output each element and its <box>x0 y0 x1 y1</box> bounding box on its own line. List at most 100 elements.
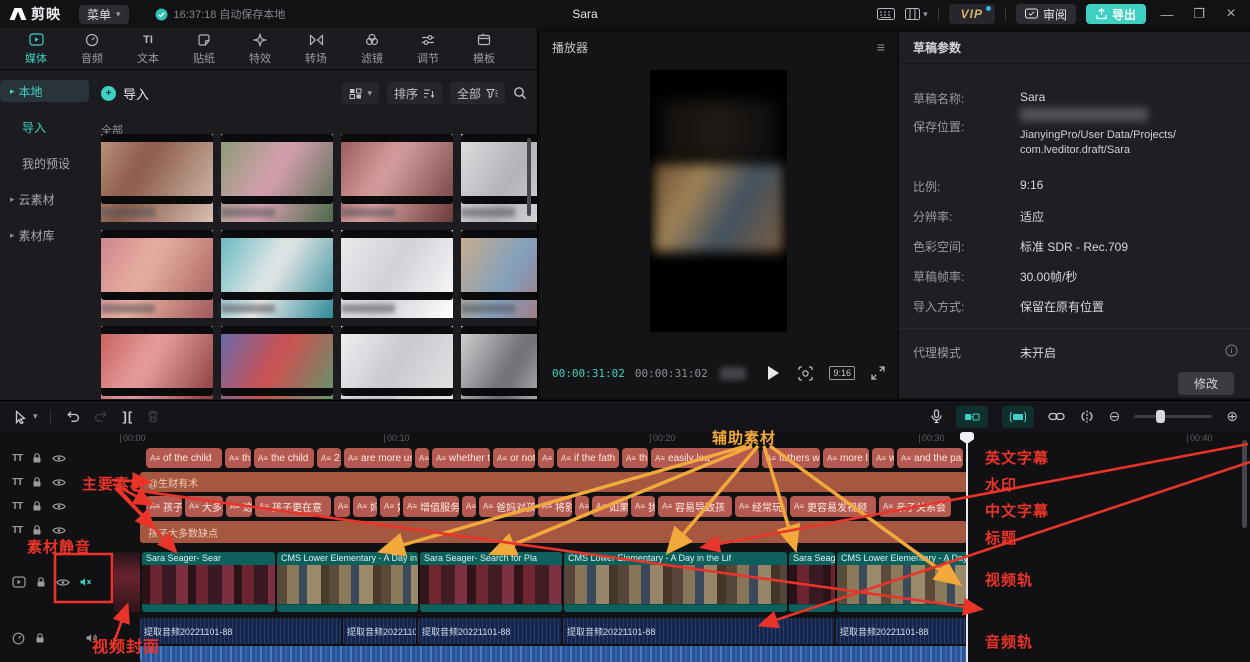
auto-snap-toggle[interactable] <box>1002 406 1034 428</box>
undo-icon[interactable] <box>65 410 80 423</box>
subtitle-clip-en[interactable]: A≡ th <box>225 448 251 468</box>
timeline-scrollbar[interactable] <box>1242 440 1247 528</box>
audio-clip[interactable]: 提取音频20221101-88 <box>343 618 416 644</box>
import-button[interactable]: + 导入 <box>101 84 149 103</box>
sort-button[interactable]: 排序 <box>387 82 442 104</box>
preview-axis-icon[interactable] <box>1079 410 1095 423</box>
sidebar-item-presets[interactable]: 我的预设 <box>0 152 89 174</box>
tab-effects[interactable]: 特效 <box>232 32 288 66</box>
subtitle-clip-cn[interactable]: A≡ 大多 <box>185 496 223 517</box>
sidebar-item-library[interactable]: ▸素材库 <box>0 224 89 246</box>
tab-text[interactable]: TI文本 <box>120 32 176 66</box>
subtitle-clip-cn[interactable]: A≡ 这 <box>226 496 252 517</box>
audio-clip[interactable]: 提取音频20221101-88 <box>836 618 966 644</box>
subtitle-clip-cn[interactable]: A≡ 妈 <box>353 496 377 517</box>
subtitle-clip-en[interactable]: A≡ fathers w <box>762 448 820 468</box>
lock-icon[interactable] <box>35 576 47 588</box>
tab-filters[interactable]: 滤镜 <box>344 32 400 66</box>
tab-sticker[interactable]: 贴纸 <box>176 32 232 66</box>
sidebar-item-import[interactable]: 导入 <box>0 116 89 138</box>
video-cover-thumbnail[interactable] <box>114 552 140 612</box>
play-button[interactable] <box>768 366 779 380</box>
playhead-line[interactable] <box>966 434 968 662</box>
delete-icon[interactable] <box>147 410 159 423</box>
subtitle-clip-cn[interactable]: A≡ <box>575 496 589 517</box>
eye-icon[interactable] <box>52 453 66 464</box>
maximize-button[interactable]: ❐ <box>1188 6 1210 22</box>
lock-icon[interactable] <box>31 500 43 512</box>
search-icon[interactable] <box>513 86 527 100</box>
media-thumbnail[interactable] <box>221 230 333 318</box>
menu-button[interactable]: 菜单▾ <box>79 5 129 24</box>
subtitle-clip-en[interactable]: A≡ th <box>622 448 648 468</box>
eye-icon[interactable] <box>52 501 66 512</box>
subtitle-clip-cn[interactable]: A≡ 亲子关系会 <box>879 496 951 517</box>
lock-icon[interactable] <box>31 524 43 536</box>
slider-handle[interactable] <box>1156 410 1165 423</box>
info-icon[interactable] <box>1225 344 1238 357</box>
subtitle-clip-cn[interactable]: A≡ 增值服务 <box>403 496 459 517</box>
subtitle-clip-cn[interactable]: A≡ 孩子更在意 <box>255 496 331 517</box>
audio-clip[interactable]: 提取音频20221101-88 <box>418 618 561 644</box>
tab-transitions[interactable]: 转场 <box>288 32 344 66</box>
media-thumbnail[interactable] <box>461 134 537 222</box>
layout-switch-icon[interactable]: ▾ <box>905 8 928 20</box>
tab-media[interactable]: 媒体 <box>8 32 64 66</box>
video-clip[interactable]: CMS Lower Elementary - A Day in the Lif <box>564 552 787 612</box>
subtitle-clip-cn[interactable]: A≡ 孩子 <box>146 496 182 517</box>
modify-button[interactable]: 修改 <box>1178 372 1234 395</box>
subtitle-clip-cn[interactable]: A≡ 将影 <box>538 496 572 517</box>
subtitle-clip-cn[interactable]: A≡ 容易导致孩 <box>658 496 732 517</box>
filter-button[interactable]: 全部 <box>450 82 505 104</box>
eye-icon[interactable] <box>52 525 66 536</box>
subtitle-clip-en[interactable]: A≡ more l <box>823 448 869 468</box>
sidebar-item-local[interactable]: ▸本地 <box>0 80 89 102</box>
video-clip[interactable]: Sara Seager- Search for Pla <box>420 552 562 612</box>
subtitle-clip-en[interactable]: A≡ <box>415 448 429 468</box>
shortcut-keyboard-icon[interactable] <box>877 8 895 20</box>
subtitle-clip-en[interactable]: A≡ easily lea <box>651 448 759 468</box>
subtitle-clip-cn[interactable]: A≡ 犹 <box>631 496 655 517</box>
subtitle-clip-en[interactable]: A≡ the child <box>254 448 314 468</box>
audio-clip[interactable]: 提取音频20221101-88 <box>563 618 834 644</box>
media-thumbnail[interactable] <box>341 134 453 222</box>
video-preview[interactable] <box>650 70 787 332</box>
tab-adjust[interactable]: 调节 <box>400 32 456 66</box>
track-mute-icon[interactable] <box>79 576 92 588</box>
frame-preview-icon[interactable] <box>798 366 813 381</box>
record-mic-icon[interactable] <box>931 409 942 424</box>
minimize-button[interactable]: — <box>1156 7 1178 22</box>
subtitle-clip-cn[interactable]: A≡ 更容易发视频 <box>790 496 876 517</box>
close-button[interactable]: × <box>1220 5 1242 23</box>
linkage-icon[interactable] <box>1048 412 1065 421</box>
subtitle-clip-cn[interactable]: A≡ 经常玩 <box>735 496 787 517</box>
media-thumbnail[interactable] <box>341 230 453 318</box>
lock-icon[interactable] <box>34 632 46 644</box>
view-mode-button[interactable]: ▾ <box>342 82 379 104</box>
audio-waveform[interactable] <box>140 646 967 662</box>
subtitle-clip-cn[interactable]: A≡ <box>462 496 476 517</box>
aspect-ratio-button[interactable]: 9:16 <box>829 366 855 380</box>
subtitle-clip-cn[interactable]: A≡ <box>334 496 350 517</box>
sidebar-item-cloud[interactable]: ▸云素材 <box>0 188 89 210</box>
media-thumbnail[interactable] <box>101 134 213 222</box>
media-thumbnail[interactable] <box>461 326 537 399</box>
media-scrollbar[interactable] <box>527 138 531 216</box>
subtitle-clip-cn[interactable]: A≡ 爸妈对孩 <box>479 496 535 517</box>
chevron-down-icon[interactable]: ▾ <box>33 411 38 422</box>
fullscreen-icon[interactable] <box>871 366 885 380</box>
split-tool-icon[interactable]: ][ <box>123 409 134 424</box>
lock-icon[interactable] <box>31 476 43 488</box>
video-clip[interactable]: Sara Seager- <box>789 552 835 612</box>
eye-icon[interactable] <box>56 577 70 588</box>
select-tool-icon[interactable] <box>14 410 27 424</box>
tab-templates[interactable]: 模板 <box>456 32 512 66</box>
subtitle-clip-cn[interactable]: A≡ 如果 <box>592 496 628 517</box>
subtitle-clip-en[interactable]: A≡ w <box>872 448 894 468</box>
watermark-track-bar[interactable]: @生财有术 <box>140 472 967 492</box>
subtitle-clip-en[interactable]: A≡ 2 <box>317 448 341 468</box>
subtitle-clip-en[interactable]: A≡ whether t <box>432 448 490 468</box>
subtitle-clip-en[interactable]: A≡ of the child <box>146 448 222 468</box>
eye-icon[interactable] <box>52 477 66 488</box>
timeline-zoom-slider[interactable] <box>1134 415 1212 418</box>
